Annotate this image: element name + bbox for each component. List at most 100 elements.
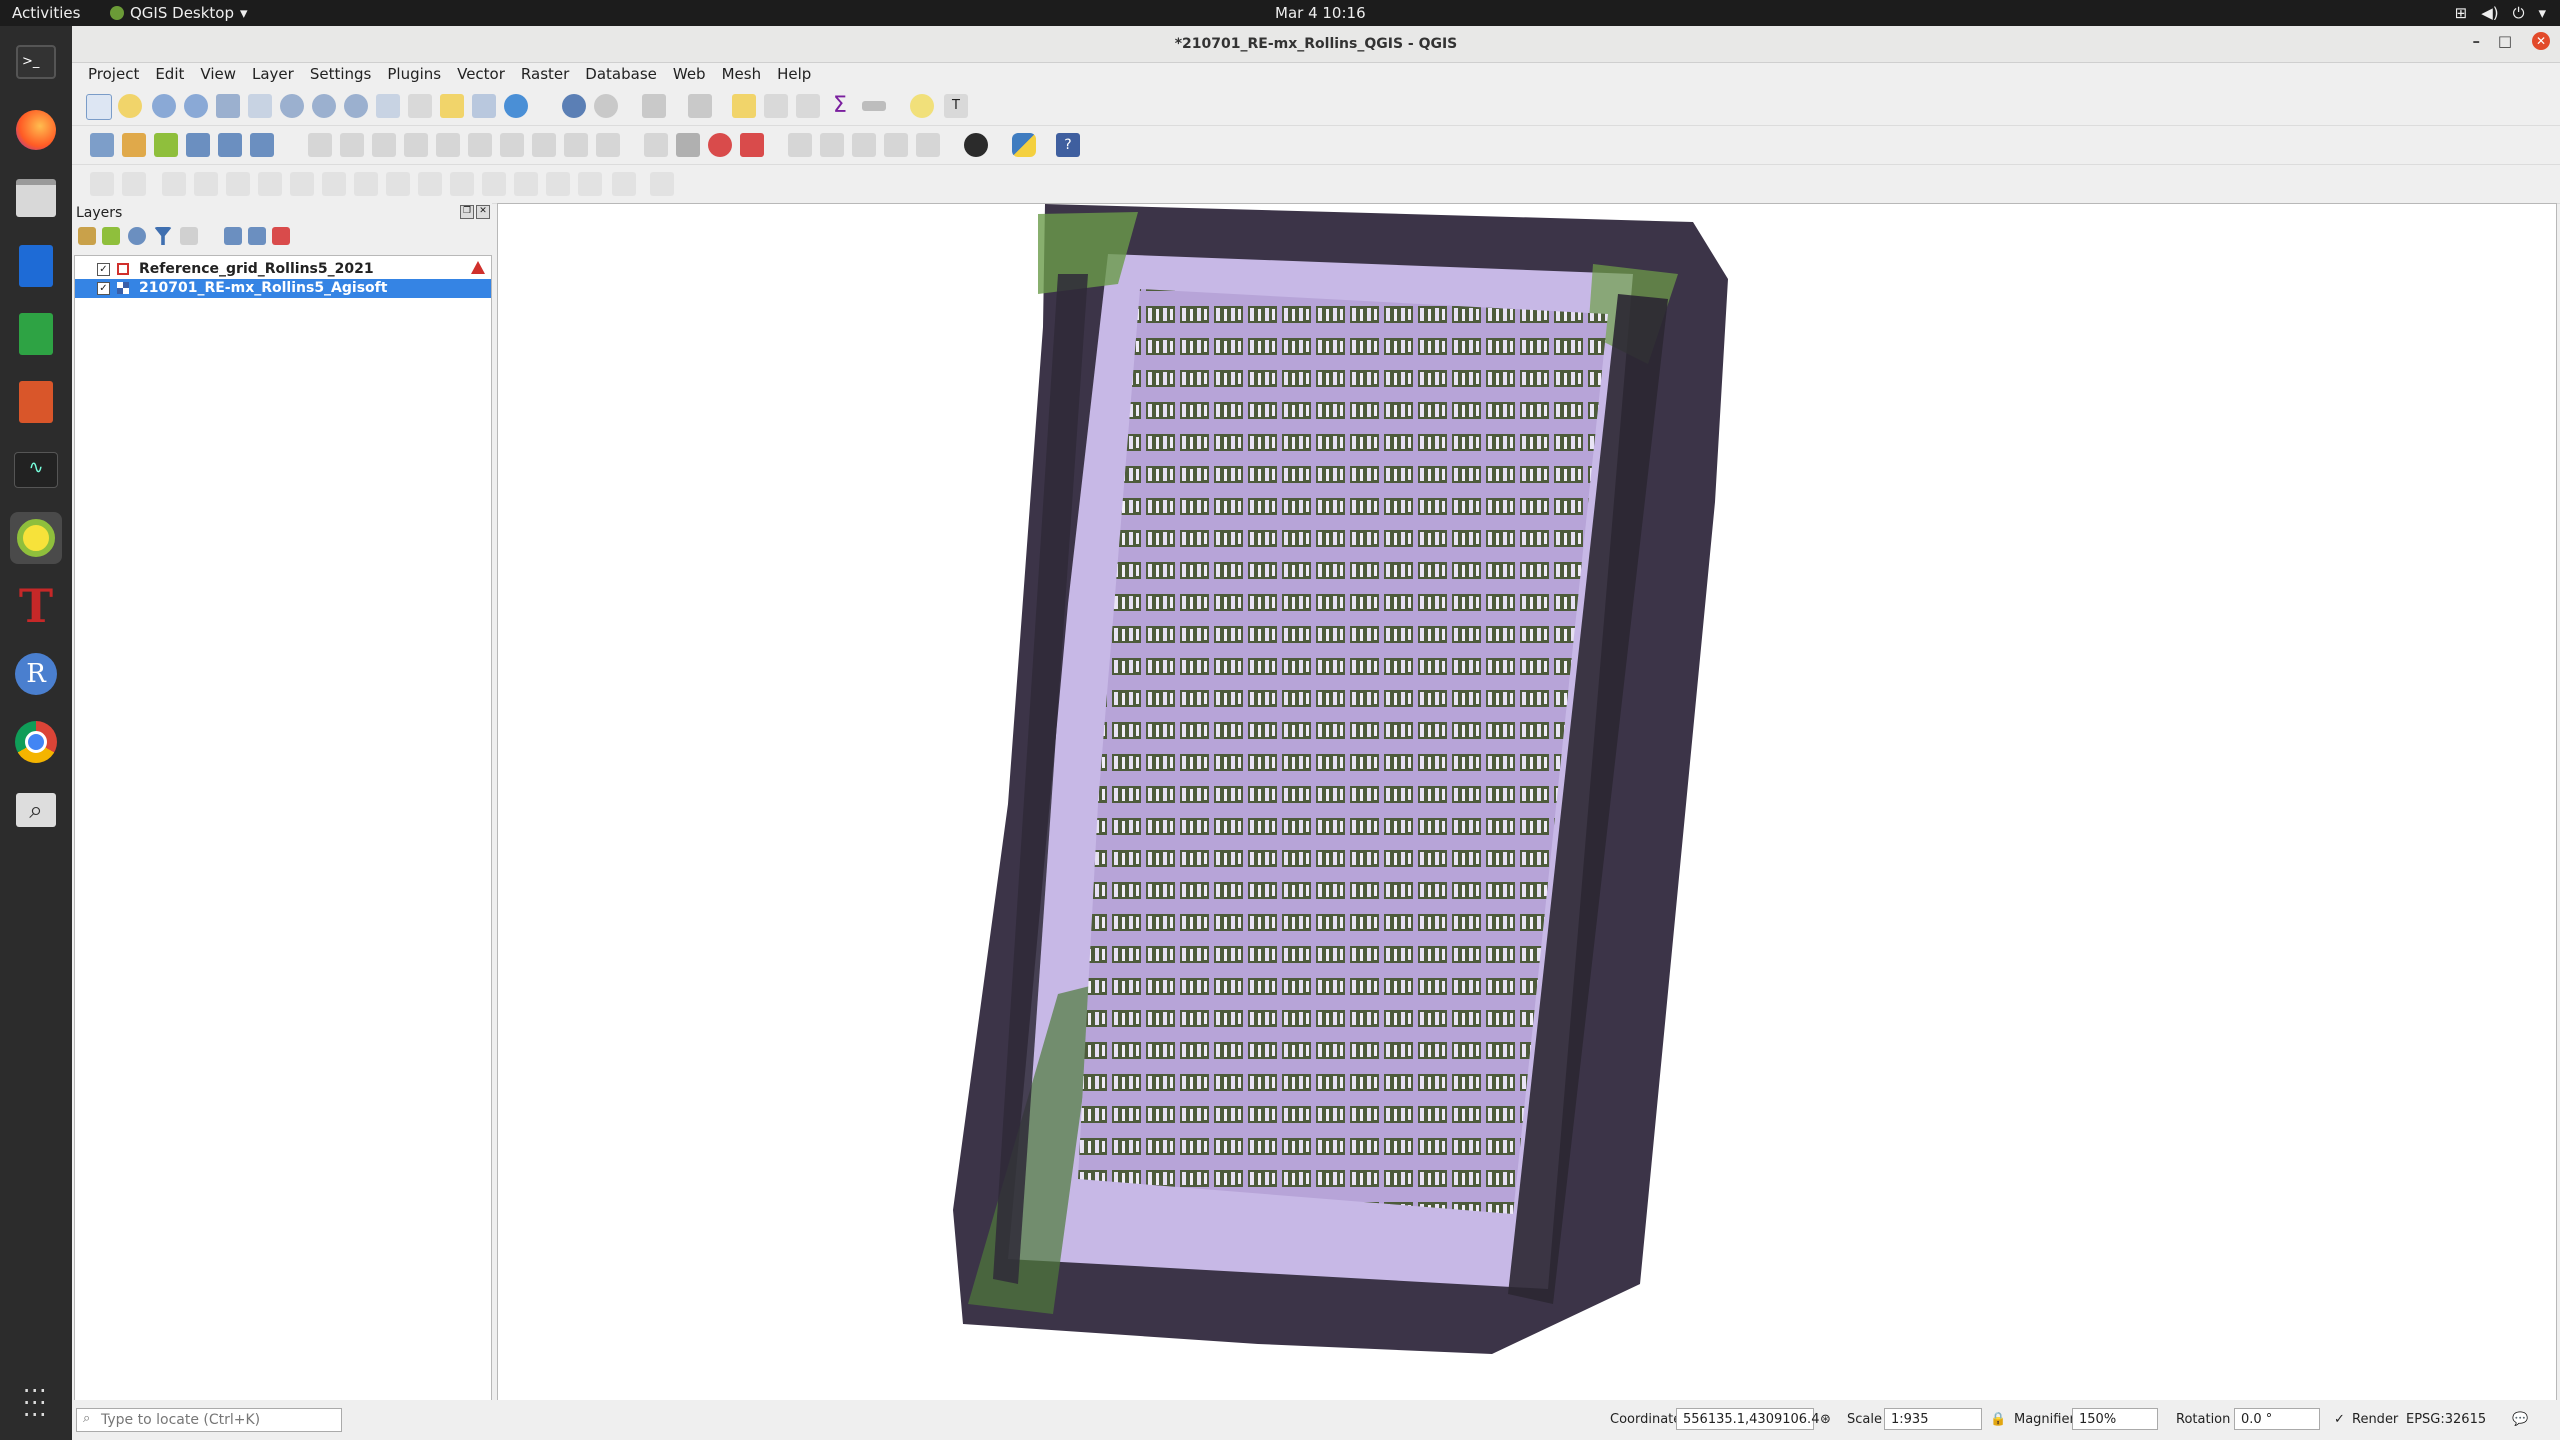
- label-change-icon[interactable]: [852, 133, 876, 157]
- move-feature-icon[interactable]: [122, 172, 146, 196]
- paste-icon[interactable]: [532, 133, 556, 157]
- redo-tracing-icon[interactable]: [650, 172, 674, 196]
- menu-help[interactable]: Help: [769, 63, 819, 87]
- copy-icon[interactable]: [500, 133, 524, 157]
- show-applications-icon[interactable]: ⋯ ⋯ ⋯: [10, 1376, 62, 1428]
- pan-to-selection-icon[interactable]: [118, 94, 142, 118]
- label-tool-icon[interactable]: [644, 133, 668, 157]
- close-button[interactable]: ✕: [2532, 32, 2550, 50]
- zoom-native-icon[interactable]: [312, 94, 336, 118]
- writer-icon[interactable]: [10, 240, 62, 292]
- menu-vector[interactable]: Vector: [449, 63, 513, 87]
- offset-curve-icon[interactable]: [418, 172, 442, 196]
- pan-icon[interactable]: [86, 94, 112, 120]
- diagram-move-icon[interactable]: [884, 133, 908, 157]
- scale-field[interactable]: 1:935: [1884, 1408, 1982, 1430]
- filter-icon[interactable]: [154, 227, 172, 245]
- float-panel-icon[interactable]: ❐: [460, 205, 474, 219]
- qgis-icon[interactable]: [10, 512, 62, 564]
- undo-icon[interactable]: [564, 133, 588, 157]
- warning-icon[interactable]: [471, 261, 485, 274]
- field-calculator-icon[interactable]: [796, 94, 820, 118]
- data-source-manager-icon[interactable]: [90, 133, 114, 157]
- digitizing-tool-icon[interactable]: [90, 172, 114, 196]
- zoom-out-icon[interactable]: [184, 94, 208, 118]
- crs-button[interactable]: EPSG:32615: [2406, 1412, 2486, 1427]
- system-monitor-icon[interactable]: ∿: [10, 444, 62, 496]
- cut-icon[interactable]: [468, 133, 492, 157]
- firefox-icon[interactable]: [10, 104, 62, 156]
- r-icon[interactable]: R: [10, 648, 62, 700]
- label-show-hide-icon[interactable]: [740, 133, 764, 157]
- select-features-icon[interactable]: [642, 94, 666, 118]
- globe-plugin-icon[interactable]: [964, 133, 988, 157]
- files-icon[interactable]: [10, 172, 62, 224]
- extents-toggle-icon[interactable]: ⊛: [1820, 1412, 1831, 1427]
- rotate-feature-icon[interactable]: [162, 172, 186, 196]
- activities-button[interactable]: Activities: [12, 4, 80, 22]
- messages-icon[interactable]: 💬: [2512, 1412, 2528, 1427]
- zoom-next-icon[interactable]: [376, 94, 400, 118]
- new-geopackage-icon[interactable]: [122, 133, 146, 157]
- select-value-icon[interactable]: [688, 94, 712, 118]
- manage-themes-icon[interactable]: [128, 227, 146, 245]
- measure-icon[interactable]: [862, 101, 886, 111]
- add-part-icon[interactable]: [258, 172, 282, 196]
- map-tips-icon[interactable]: [910, 94, 934, 118]
- lock-icon[interactable]: 🔒: [1990, 1412, 2006, 1427]
- show-bookmarks-icon[interactable]: [472, 94, 496, 118]
- label-properties-icon[interactable]: [916, 133, 940, 157]
- typora-icon[interactable]: T: [10, 579, 62, 633]
- add-group-icon[interactable]: [102, 227, 120, 245]
- zoom-layer-icon[interactable]: [280, 94, 304, 118]
- action-icon[interactable]: [594, 94, 618, 118]
- menu-plugins[interactable]: Plugins: [379, 63, 449, 87]
- menu-database[interactable]: Database: [577, 63, 665, 87]
- digitize-icon[interactable]: [372, 133, 396, 157]
- toggle-editing-icon[interactable]: [308, 133, 332, 157]
- filter-expression-icon[interactable]: [180, 227, 198, 245]
- maximize-button[interactable]: □: [2498, 32, 2512, 50]
- simplify-icon[interactable]: [194, 172, 218, 196]
- layer-visibility-checkbox[interactable]: ✓: [97, 263, 110, 276]
- magnifier-field[interactable]: 150%: [2072, 1408, 2158, 1430]
- minimize-button[interactable]: –: [2473, 32, 2481, 50]
- save-edits-icon[interactable]: [340, 133, 364, 157]
- refresh-icon[interactable]: [504, 94, 528, 118]
- zoom-last-icon[interactable]: [344, 94, 368, 118]
- delete-selected-icon[interactable]: [436, 133, 460, 157]
- clock[interactable]: Mar 4 10:16: [1275, 4, 1366, 22]
- layer-visibility-checkbox[interactable]: ✓: [97, 282, 110, 295]
- open-styling-icon[interactable]: [78, 227, 96, 245]
- virtual-layer-icon[interactable]: [250, 133, 274, 157]
- system-tray[interactable]: ⊞ ◀) ⏻ ▾: [2455, 4, 2546, 22]
- render-checkbox[interactable]: ✓: [2334, 1412, 2345, 1427]
- search-icon[interactable]: ⌕: [10, 784, 62, 836]
- add-mesh-icon[interactable]: [218, 133, 242, 157]
- zoom-in-icon[interactable]: [152, 94, 176, 118]
- collapse-all-icon[interactable]: [248, 227, 266, 245]
- add-vector-icon[interactable]: [154, 133, 178, 157]
- menu-settings[interactable]: Settings: [302, 63, 380, 87]
- label-highlight-icon[interactable]: [708, 133, 732, 157]
- merge-attributes-icon[interactable]: [546, 172, 570, 196]
- menu-project[interactable]: Project: [80, 63, 147, 87]
- layer-row-orthomosaic[interactable]: ✓ 210701_RE-mx_Rollins5_Agisoft: [75, 279, 491, 298]
- impress-icon[interactable]: [10, 376, 62, 428]
- redo-icon[interactable]: [596, 133, 620, 157]
- close-panel-icon[interactable]: ✕: [476, 205, 490, 219]
- expand-all-icon[interactable]: [224, 227, 242, 245]
- menu-mesh[interactable]: Mesh: [714, 63, 770, 87]
- text-annotation-icon[interactable]: T: [944, 94, 968, 118]
- terminal-icon[interactable]: >_: [10, 36, 62, 88]
- python-console-icon[interactable]: [1012, 133, 1036, 157]
- menu-edit[interactable]: Edit: [147, 63, 192, 87]
- chrome-icon[interactable]: [10, 716, 62, 768]
- zoom-selection-icon[interactable]: [248, 94, 272, 118]
- add-raster-icon[interactable]: [186, 133, 210, 157]
- label-rotate-icon[interactable]: [820, 133, 844, 157]
- identify-icon[interactable]: [562, 94, 586, 118]
- app-menu[interactable]: QGIS Desktop ▾: [110, 4, 248, 22]
- reverse-line-icon[interactable]: [612, 172, 636, 196]
- help-icon[interactable]: ?: [1056, 133, 1080, 157]
